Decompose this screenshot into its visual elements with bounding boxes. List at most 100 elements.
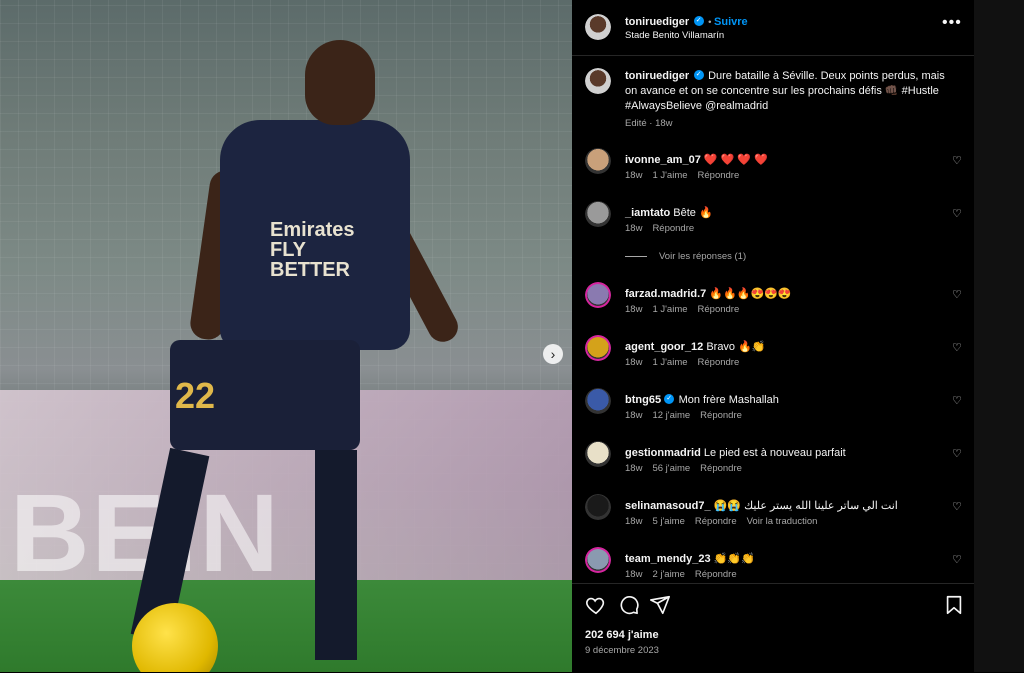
translate-button[interactable]: Voir la traduction (747, 516, 818, 527)
comment-username[interactable]: ivonne_am_07 (625, 154, 704, 166)
comment-username[interactable]: gestionmadrid (625, 447, 704, 459)
author-line: toniruediger ✓ • Suivre (625, 12, 748, 30)
comment-meta: 18w 1 J'aime Répondre (625, 357, 749, 368)
reply-button[interactable]: Répondre (698, 170, 740, 181)
next-photo-button[interactable]: › (543, 344, 563, 364)
post-header: toniruediger ✓ • Suivre Stade Benito Vil… (572, 0, 974, 56)
verified-badge-icon: ✓ (664, 393, 675, 404)
comment-username[interactable]: agent_goor_12 (625, 341, 706, 353)
comment-age: 18w (625, 463, 643, 474)
comment-meta: 18w 1 J'aime Répondre (625, 170, 749, 181)
comment-likes[interactable]: 5 j'aime (652, 516, 684, 527)
comment-icon[interactable] (618, 594, 640, 616)
comment-meta: 18w 1 J'aime Répondre (625, 304, 749, 315)
comment-like-heart-icon[interactable]: ♡ (952, 553, 962, 566)
follow-button[interactable]: Suivre (714, 16, 748, 28)
comment-like-heart-icon[interactable]: ♡ (952, 207, 962, 220)
comment-line: ivonne_am_07 ❤️ ❤️ ❤️ ❤️ (625, 150, 935, 168)
post-date: 9 décembre 2023 (585, 645, 659, 656)
view-replies-label: Voir les réponses (1) (659, 251, 747, 262)
bookmark-icon[interactable] (943, 594, 965, 616)
reply-button[interactable]: Répondre (698, 304, 740, 315)
player-head (305, 40, 375, 125)
post-actions-bar: 202 694 j'aime 9 décembre 2023 (572, 583, 974, 673)
player-figure: Emirates FLY BETTER 22 (110, 30, 510, 672)
shorts-number: 22 (175, 375, 216, 416)
comment-username[interactable]: _iamtato (625, 207, 673, 219)
reply-button[interactable]: Répondre (698, 357, 740, 368)
verified-badge-icon: ✓ (693, 15, 704, 26)
comment-line: _iamtato Bête 🔥 (625, 203, 935, 221)
comment-meta: 18w 12 j'aime Répondre (625, 410, 752, 421)
comment-username[interactable]: selinamasoud7_ (625, 500, 714, 512)
comment-text: ❤️ ❤️ ❤️ ❤️ (703, 154, 768, 166)
caption-author-avatar[interactable] (585, 68, 611, 94)
comment-meta: 18w 56 j'aime Répondre (625, 463, 752, 474)
likes-count[interactable]: 202 694 j'aime (585, 629, 659, 641)
comment-likes[interactable]: 1 J'aime (652, 357, 687, 368)
comment-text: 😭😭 انت الي ساتر علينا الله يستر عليك (713, 500, 898, 512)
comment-age: 18w (625, 516, 643, 527)
reply-button[interactable]: Répondre (695, 516, 737, 527)
commenter-avatar[interactable] (585, 335, 611, 361)
comment-likes[interactable]: 2 j'aime (652, 569, 684, 580)
comment-age: 18w (625, 569, 643, 580)
jersey-sponsor-text: Emirates FLY BETTER (270, 219, 355, 281)
comment-age: 18w (625, 223, 643, 234)
comment-likes[interactable]: 56 j'aime (652, 463, 690, 474)
comment-age: 18w (625, 304, 643, 315)
comment-line: btng65 ✓ Mon frère Mashallah (625, 390, 935, 408)
commenter-avatar[interactable] (585, 201, 611, 227)
comment-line: team_mendy_23 👏👏👏 (625, 549, 935, 567)
commenter-avatar[interactable] (585, 388, 611, 414)
comment-like-heart-icon[interactable]: ♡ (952, 341, 962, 354)
comment-username[interactable]: farzad.madrid.7 (625, 288, 709, 300)
comment-meta: 18w Répondre (625, 223, 704, 234)
comment-likes[interactable]: 1 J'aime (652, 170, 687, 181)
comment-like-heart-icon[interactable]: ♡ (952, 394, 962, 407)
post-location[interactable]: Stade Benito Villamarín (625, 30, 724, 41)
post-side-panel: toniruediger ✓ • Suivre Stade Benito Vil… (572, 0, 974, 672)
comment-age: 18w (625, 357, 643, 368)
comment-line: gestionmadrid Le pied est à nouveau parf… (625, 443, 935, 461)
more-options-icon[interactable]: ••• (942, 14, 962, 32)
reply-button[interactable]: Répondre (700, 410, 742, 421)
commenter-avatar[interactable] (585, 148, 611, 174)
comment-text: 🔥🔥🔥😍😍😍 (709, 288, 792, 300)
reply-button[interactable]: Répondre (700, 463, 742, 474)
comment-text: Mon frère Mashallah (678, 394, 779, 406)
player-leg-right (315, 450, 357, 660)
comment-like-heart-icon[interactable]: ♡ (952, 447, 962, 460)
post-photo[interactable]: BEIN Emirates FLY BETTER 22 › (0, 0, 572, 672)
commenter-avatar[interactable] (585, 282, 611, 308)
comment-line: agent_goor_12 Bravo 🔥👏 (625, 337, 935, 355)
verified-badge-icon: ✓ (693, 69, 704, 80)
comment-meta: 18w 2 j'aime Répondre (625, 569, 747, 580)
comment-text: Bête 🔥 (673, 207, 713, 219)
comment-text: Bravo 🔥👏 (706, 341, 766, 353)
comment-like-heart-icon[interactable]: ♡ (952, 154, 962, 167)
comment-meta: 18w 5 j'aime Répondre Voir la traduction (625, 516, 827, 527)
commenter-avatar[interactable] (585, 441, 611, 467)
commenter-avatar[interactable] (585, 494, 611, 520)
comment-like-heart-icon[interactable]: ♡ (952, 288, 962, 301)
comment-age: 18w (625, 410, 643, 421)
comment-username[interactable]: team_mendy_23 (625, 553, 714, 565)
comment-age: 18w (625, 170, 643, 181)
comment-text: 👏👏👏 (713, 553, 755, 565)
commenter-avatar[interactable] (585, 547, 611, 573)
right-page-gutter (974, 0, 1024, 672)
author-avatar[interactable] (585, 14, 611, 40)
comment-like-heart-icon[interactable]: ♡ (952, 500, 962, 513)
view-replies-button[interactable]: Voir les réponses (1) (625, 251, 746, 262)
heart-icon[interactable] (585, 594, 607, 616)
reply-button[interactable]: Répondre (695, 569, 737, 580)
comment-likes[interactable]: 1 J'aime (652, 304, 687, 315)
comment-username[interactable]: btng65 (625, 394, 664, 406)
author-username[interactable]: toniruediger (625, 16, 689, 28)
share-icon[interactable] (649, 594, 671, 616)
caption-username[interactable]: toniruediger (625, 70, 689, 82)
replies-divider (625, 255, 647, 257)
reply-button[interactable]: Répondre (652, 223, 694, 234)
comment-likes[interactable]: 12 j'aime (652, 410, 690, 421)
